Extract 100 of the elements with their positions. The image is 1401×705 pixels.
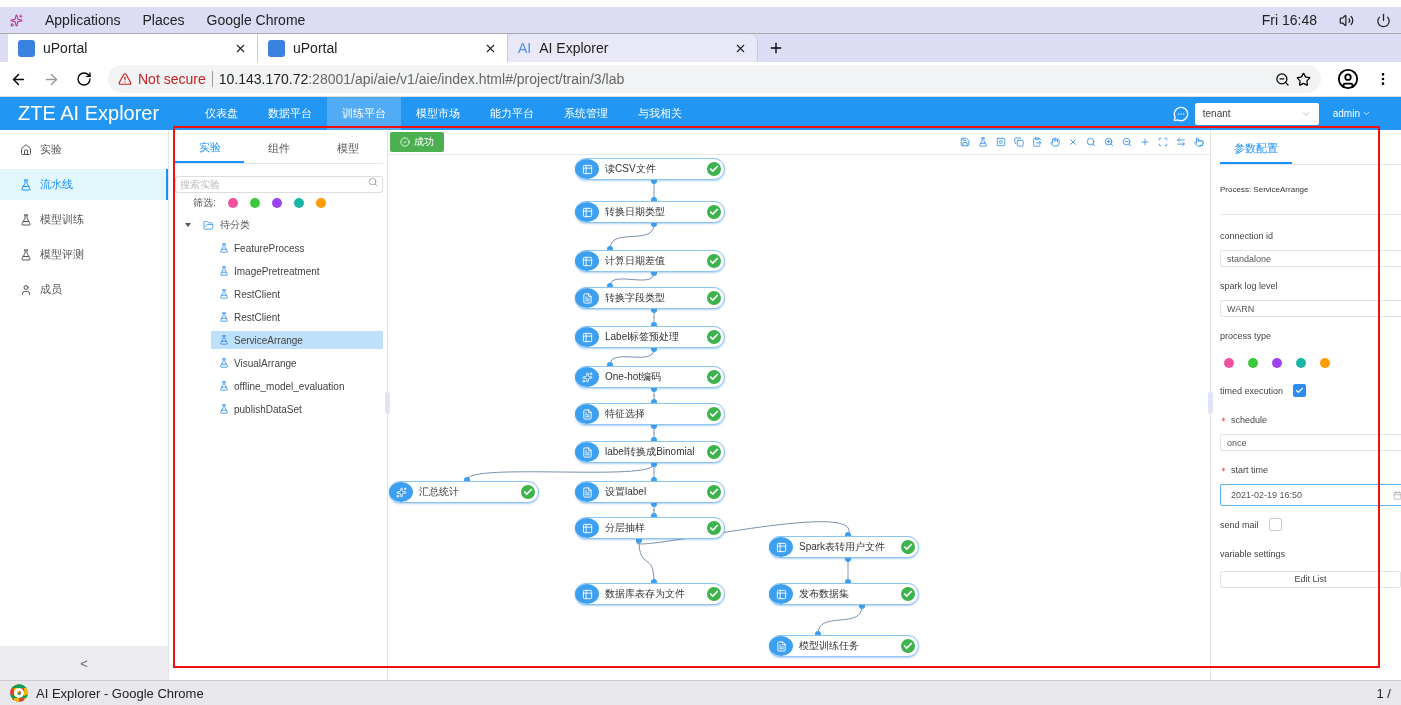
tree-item[interactable]: offline_model_evaluation <box>211 377 383 395</box>
browser-tab[interactable]: uPortal <box>258 34 508 62</box>
sidebar-item[interactable]: 成员 <box>0 274 168 305</box>
flask-icon[interactable] <box>978 137 988 147</box>
profile-icon[interactable] <box>1337 68 1359 90</box>
desktop-menu[interactable]: Applications <box>45 12 121 28</box>
flask-icon <box>20 213 32 226</box>
panel-handle[interactable] <box>1208 392 1213 414</box>
document-icon <box>575 404 599 424</box>
expand-caret[interactable] <box>185 223 191 227</box>
filter-dot[interactable] <box>315 198 326 208</box>
pipeline-node[interactable]: 数据库表存为文件 <box>575 583 725 605</box>
pipeline-node[interactable]: 特征选择 <box>575 403 725 425</box>
search-icon[interactable] <box>1086 137 1096 147</box>
tree-item[interactable]: ImagePretreatment <box>211 262 383 280</box>
pipeline-node[interactable]: 分层抽样 <box>575 517 725 539</box>
workspace-pager[interactable]: 1 / <box>1376 685 1391 701</box>
panel-tab[interactable]: 模型 <box>313 134 383 163</box>
pipeline-node[interactable]: 读CSV文件 <box>575 158 725 180</box>
type-dot[interactable] <box>1296 358 1306 368</box>
star-icon[interactable] <box>1296 71 1311 87</box>
calendar-icon <box>1393 490 1401 500</box>
filter-dot[interactable] <box>227 198 238 208</box>
tree-item[interactable]: VisualArrange <box>211 354 383 372</box>
fit-icon[interactable] <box>1158 137 1168 147</box>
field-label: send mail <box>1220 519 1259 530</box>
document-icon <box>575 482 599 502</box>
hand-icon[interactable] <box>1050 137 1060 147</box>
tree-item[interactable]: publishDataSet <box>211 400 383 418</box>
select-field[interactable]: WARN <box>1220 300 1401 317</box>
type-dot[interactable] <box>1272 358 1282 368</box>
select-field[interactable]: standalone <box>1220 250 1401 267</box>
desktop-menu[interactable]: Places <box>142 12 185 28</box>
pipeline-node[interactable]: 计算日期差值 <box>575 250 725 272</box>
date-field[interactable]: 2021-02-19 16:50 <box>1220 484 1401 506</box>
search-field[interactable]: 搜索实验 <box>175 176 383 193</box>
pipeline-node[interactable]: 设置label <box>575 481 725 503</box>
pipeline-node[interactable]: label转换成Binomial <box>575 441 725 463</box>
flask-icon <box>219 404 229 414</box>
type-dot[interactable] <box>1320 358 1330 368</box>
collapse-button[interactable]: < <box>0 646 168 680</box>
field-label: timed execution <box>1220 385 1284 396</box>
flask-icon <box>219 381 229 391</box>
app-logo: ZTE AI Explorer <box>17 102 161 125</box>
copy-icon[interactable] <box>1014 137 1024 147</box>
plus-icon[interactable] <box>768 40 784 56</box>
pipeline-node[interactable]: 模型训练任务 <box>769 635 919 657</box>
taskbar-window[interactable]: AI Explorer - Google Chrome <box>36 685 204 701</box>
zoom-in-icon[interactable] <box>1104 137 1114 147</box>
field-label: process type <box>1220 330 1272 341</box>
zoom-out-icon[interactable] <box>1275 71 1290 87</box>
type-dot[interactable] <box>1248 358 1258 368</box>
type-dot[interactable] <box>1224 358 1234 368</box>
pipeline-node[interactable]: 发布数据集 <box>769 583 919 605</box>
desktop-menu[interactable]: Google Chrome <box>206 12 306 28</box>
tree-item[interactable]: FeatureProcess <box>211 239 383 257</box>
sparkle-icon <box>575 367 599 387</box>
panel-handle[interactable] <box>385 392 390 414</box>
pipeline-node[interactable]: 转换日期类型 <box>575 201 725 223</box>
play-icon[interactable] <box>996 137 1006 147</box>
address-bar[interactable]: Not secure 10.143.170.72:28001/api/aie/v1/aie/index.html#/project/train/3/lab <box>108 65 1321 93</box>
folder-label[interactable]: 待分类 <box>220 218 250 232</box>
save-icon[interactable] <box>960 137 970 147</box>
pipeline-node[interactable]: One-hot编码 <box>575 366 725 388</box>
flask-icon <box>20 248 32 261</box>
swap-icon[interactable] <box>1176 137 1186 147</box>
field-label: variable settings <box>1220 548 1286 559</box>
search-icon <box>368 177 378 187</box>
table-icon <box>575 202 599 222</box>
tree-item[interactable]: RestClient <box>211 308 383 326</box>
filter-dot[interactable] <box>271 198 282 208</box>
select-field[interactable]: once <box>1220 434 1401 451</box>
process-label: Process: ServiceArrange <box>1220 165 1401 215</box>
tree-item[interactable]: RestClient <box>211 285 383 303</box>
sidebar-item[interactable]: 模型训练 <box>0 204 168 235</box>
check-icon <box>1295 386 1305 395</box>
flask-icon <box>219 312 229 322</box>
checkbox[interactable] <box>1268 518 1282 531</box>
browser-tab[interactable]: AI AI Explorer <box>508 34 758 62</box>
document-icon <box>575 442 599 462</box>
pipeline-node[interactable]: Spark表转用户文件 <box>769 536 919 558</box>
pointer-icon[interactable] <box>1194 137 1204 147</box>
pipeline-node[interactable]: 转换字段类型 <box>575 287 725 309</box>
sidebar-item[interactable]: 模型评测 <box>0 239 168 270</box>
panel-tab[interactable]: 组件 <box>244 134 314 163</box>
sidebar-item[interactable]: 实验 <box>0 134 168 165</box>
tree-item[interactable]: ServiceArrange <box>211 331 383 349</box>
filter-dot[interactable] <box>293 198 304 208</box>
chat-icon[interactable] <box>1172 105 1189 122</box>
pipeline-node[interactable]: Label标签预处理 <box>575 326 725 348</box>
table-icon <box>769 537 793 557</box>
tenant-select[interactable]: tenant <box>1194 102 1319 125</box>
warning-icon <box>118 72 132 86</box>
browser-tab[interactable]: uPortal <box>8 34 258 62</box>
reload-icon[interactable] <box>76 71 92 87</box>
paste-icon[interactable] <box>1032 137 1042 147</box>
pipeline-node[interactable]: 汇总统计 <box>389 481 539 503</box>
filter-dot[interactable] <box>249 198 260 208</box>
edit-list-button[interactable]: Edit List <box>1220 570 1401 588</box>
checkbox[interactable] <box>1293 384 1307 397</box>
